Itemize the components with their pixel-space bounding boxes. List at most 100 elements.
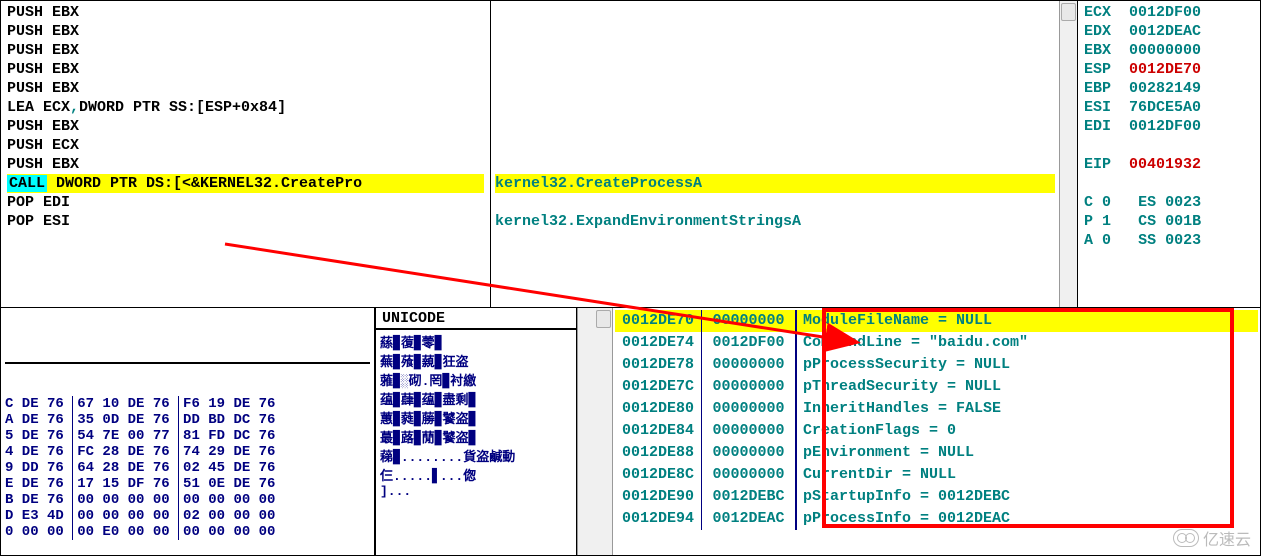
flag-line[interactable]: P 1 CS 001B — [1084, 212, 1254, 231]
unicode-row[interactable]: 蕪▉蕵▉藽▉狂盗 — [380, 351, 572, 370]
unicode-row[interactable]: 蕞▉蕗▉蕑▉饕盗▉ — [380, 427, 572, 446]
stack-addr: 0012DE94 — [615, 508, 701, 530]
info-line — [495, 60, 1055, 79]
info-line: kernel32.CreateProcessA — [495, 174, 1055, 193]
hex-row[interactable]: 0 00 00 00 E0 00 00 00 00 00 00 — [5, 524, 370, 540]
register-line[interactable]: EBP 00282149 — [1084, 79, 1254, 98]
asm-line[interactable]: PUSH EBX — [7, 155, 484, 174]
unicode-row[interactable]: 蕥▉░砌.罔▉衬繳 — [380, 370, 572, 389]
info-line — [495, 22, 1055, 41]
bottom-section: C DE 76 67 10 DE 76 F6 19 DE 76A DE 76 3… — [0, 308, 1261, 556]
info-line: kernel32.ExpandEnvironmentStringsA — [495, 212, 1055, 231]
info-line — [495, 79, 1055, 98]
disasm-scrollbar[interactable] — [1059, 1, 1077, 307]
unicode-row[interactable]: 蕬▉蕧▉蕶▉ — [380, 332, 572, 351]
stack-addr: 0012DE78 — [615, 354, 701, 376]
hex-row[interactable]: 4 DE 76 FC 28 DE 76 74 29 DE 76 — [5, 444, 370, 460]
asm-line[interactable]: PUSH EBX — [7, 22, 484, 41]
watermark: 亿速云 — [1173, 526, 1251, 550]
info-column[interactable]: kernel32.CreateProcessA kernel32.ExpandE… — [491, 1, 1059, 307]
unicode-area[interactable]: UNICODE 蕬▉蕧▉蕶▉蕪▉蕵▉藽▉狂盗蕥▉░砌.罔▉衬繳蕴▉蕼▉蕴▉盡剩▉… — [376, 308, 577, 555]
register-line[interactable] — [1084, 136, 1254, 155]
hex-row[interactable]: D E3 4D 00 00 00 00 02 00 00 00 — [5, 508, 370, 524]
stack-val: 00000000 — [701, 310, 797, 332]
asm-line[interactable]: LEA ECX,DWORD PTR SS:[ESP+0x84] — [7, 98, 484, 117]
stack-val: 00000000 — [701, 420, 797, 442]
asm-line[interactable]: PUSH ECX — [7, 136, 484, 155]
stack-row[interactable]: 0012DE740012DF00CommandLine = "baidu.com… — [615, 332, 1258, 354]
stack-body[interactable]: 0012DE7000000000ModuleFileName = NULL001… — [613, 308, 1260, 555]
watermark-text: 亿速云 — [1203, 526, 1251, 550]
asm-line[interactable]: CALL DWORD PTR DS:[<&KERNEL32.CreatePro — [7, 174, 484, 193]
flag-line[interactable]: C 0 ES 0023 — [1084, 193, 1254, 212]
stack-row[interactable]: 0012DE7000000000ModuleFileName = NULL — [615, 310, 1258, 332]
hex-row[interactable]: 9 DD 76 64 28 DE 76 02 45 DE 76 — [5, 460, 370, 476]
asm-line[interactable]: POP EDI — [7, 193, 484, 212]
stack-val: 0012DEAC — [701, 508, 797, 530]
stack-symbol: CommandLine = "baidu.com" — [797, 332, 1258, 354]
scroll-thumb[interactable] — [1061, 3, 1076, 21]
register-line[interactable]: ECX 0012DF00 — [1084, 3, 1254, 22]
asm-line[interactable]: PUSH EBX — [7, 79, 484, 98]
asm-line[interactable]: PUSH EBX — [7, 117, 484, 136]
stack-addr: 0012DE80 — [615, 398, 701, 420]
register-line[interactable]: ESP 0012DE70 — [1084, 60, 1254, 79]
unicode-body[interactable]: 蕬▉蕧▉蕶▉蕪▉蕵▉藽▉狂盗蕥▉░砌.罔▉衬繳蕴▉蕼▉蕴▉盡剩▉蕙▉蕤▉蕂▉饕盗… — [376, 330, 576, 501]
asm-line[interactable]: POP ESI — [7, 212, 484, 231]
stack-row[interactable]: 0012DE940012DEACpProcessInfo = 0012DEAC — [615, 508, 1258, 530]
unicode-header: UNICODE — [376, 308, 576, 330]
stack-addr: 0012DE8C — [615, 464, 701, 486]
stack-symbol: InheritHandles = FALSE — [797, 398, 1258, 420]
info-line — [495, 117, 1055, 136]
hex-bytes-area[interactable]: C DE 76 67 10 DE 76 F6 19 DE 76A DE 76 3… — [1, 308, 376, 555]
stack-addr: 0012DE88 — [615, 442, 701, 464]
stack-row[interactable]: 0012DE8400000000CreationFlags = 0 — [615, 420, 1258, 442]
hex-dump-pane[interactable]: C DE 76 67 10 DE 76 F6 19 DE 76A DE 76 3… — [1, 308, 595, 555]
stack-pane[interactable]: 0012DE7000000000ModuleFileName = NULL001… — [595, 308, 1260, 555]
unicode-row[interactable]: 蕙▉蕤▉蕂▉饕盗▉ — [380, 408, 572, 427]
unicode-row[interactable]: 仨.....▋...偬 — [380, 465, 572, 484]
register-line[interactable]: ESI 76DCE5A0 — [1084, 98, 1254, 117]
register-line[interactable]: EDX 0012DEAC — [1084, 22, 1254, 41]
hex-header — [5, 342, 370, 364]
hex-row[interactable]: A DE 76 35 0D DE 76 DD BD DC 76 — [5, 412, 370, 428]
asm-line[interactable]: PUSH EBX — [7, 41, 484, 60]
stack-symbol: ModuleFileName = NULL — [797, 310, 1258, 332]
top-section: PUSH EBXPUSH EBXPUSH EBXPUSH EBXPUSH EBX… — [0, 0, 1261, 308]
stack-row[interactable]: 0012DE8800000000pEnvironment = NULL — [615, 442, 1258, 464]
stack-symbol: pThreadSecurity = NULL — [797, 376, 1258, 398]
register-line[interactable]: EDI 0012DF00 — [1084, 117, 1254, 136]
stack-val: 00000000 — [701, 442, 797, 464]
hex-row[interactable]: C DE 76 67 10 DE 76 F6 19 DE 76 — [5, 396, 370, 412]
unicode-row[interactable]: ]... — [380, 484, 572, 499]
flag-line[interactable]: A 0 SS 0023 — [1084, 231, 1254, 250]
dump-scrollbar[interactable] — [577, 308, 595, 555]
hex-row[interactable]: 5 DE 76 54 7E 00 77 81 FD DC 76 — [5, 428, 370, 444]
asm-line[interactable]: PUSH EBX — [7, 60, 484, 79]
asm-line[interactable]: PUSH EBX — [7, 3, 484, 22]
scroll-thumb[interactable] — [596, 310, 611, 328]
assembly-column[interactable]: PUSH EBXPUSH EBXPUSH EBXPUSH EBXPUSH EBX… — [1, 1, 491, 307]
hex-row[interactable]: E DE 76 17 15 DF 76 51 0E DE 76 — [5, 476, 370, 492]
stack-val: 00000000 — [701, 464, 797, 486]
hex-row[interactable]: B DE 76 00 00 00 00 00 00 00 00 — [5, 492, 370, 508]
stack-row[interactable]: 0012DE7C00000000pThreadSecurity = NULL — [615, 376, 1258, 398]
stack-row[interactable]: 0012DE8000000000InheritHandles = FALSE — [615, 398, 1258, 420]
registers-pane[interactable]: ECX 0012DF00EDX 0012DEACEBX 00000000ESP … — [1078, 1, 1260, 307]
stack-addr: 0012DE70 — [615, 310, 701, 332]
register-line[interactable]: EBX 00000000 — [1084, 41, 1254, 60]
hex-body[interactable]: C DE 76 67 10 DE 76 F6 19 DE 76A DE 76 3… — [5, 396, 370, 540]
stack-row[interactable]: 0012DE900012DEBCpStartupInfo = 0012DEBC — [615, 486, 1258, 508]
unicode-row[interactable]: 蕛▉........貨盗鹹動 — [380, 446, 572, 465]
stack-addr: 0012DE90 — [615, 486, 701, 508]
register-line[interactable]: EIP 00401932 — [1084, 155, 1254, 174]
stack-row[interactable]: 0012DE7800000000pProcessSecurity = NULL — [615, 354, 1258, 376]
disassembly-pane[interactable]: PUSH EBXPUSH EBXPUSH EBXPUSH EBXPUSH EBX… — [1, 1, 1078, 307]
stack-scrollbar[interactable] — [595, 308, 613, 555]
stack-addr: 0012DE84 — [615, 420, 701, 442]
stack-symbol: pProcessSecurity = NULL — [797, 354, 1258, 376]
info-line — [495, 193, 1055, 212]
unicode-row[interactable]: 蕴▉蕼▉蕴▉盡剩▉ — [380, 389, 572, 408]
stack-row[interactable]: 0012DE8C00000000CurrentDir = NULL — [615, 464, 1258, 486]
info-line — [495, 155, 1055, 174]
